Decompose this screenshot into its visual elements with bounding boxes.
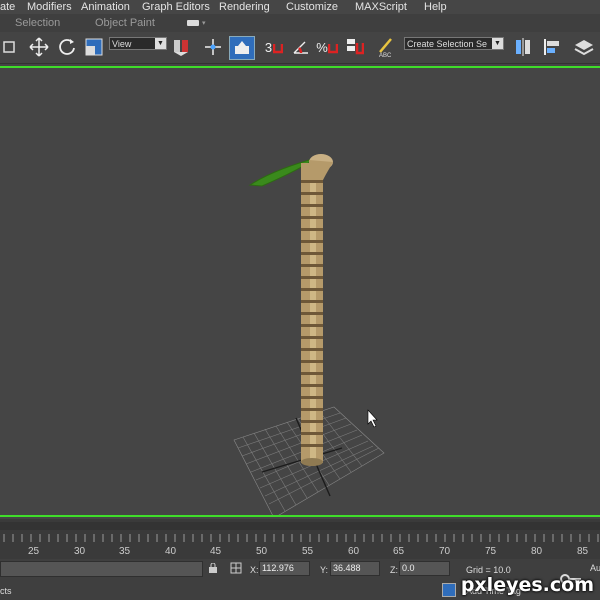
time-tag-icon[interactable] (442, 583, 456, 597)
timeline-tick-label: 65 (393, 546, 405, 557)
chevron-down-icon: ▼ (155, 38, 166, 49)
move-icon[interactable] (28, 36, 50, 58)
z-coord-field[interactable]: 0.0 (399, 561, 450, 576)
menu-animation[interactable]: Animation (81, 1, 142, 13)
select-manipulate-icon[interactable] (202, 36, 224, 58)
named-selection-value: Create Selection Se (407, 39, 488, 49)
scale-icon[interactable] (83, 36, 105, 58)
viewport-scene (233, 154, 385, 515)
timeline-tick-label: 35 (119, 546, 131, 557)
angle-snap-icon[interactable] (290, 36, 312, 58)
watermark: pxleyes.com (460, 574, 594, 596)
reference-coord-value: View (112, 39, 132, 49)
timeline-tick-label: 45 (210, 546, 222, 557)
pivot-center-icon[interactable] (170, 36, 192, 58)
z-coord-label: Z: (390, 565, 398, 575)
ribbon-tab-selection[interactable]: Selection (15, 17, 95, 29)
timeline-tick-label: 85 (577, 546, 589, 557)
menu-help[interactable]: Help (424, 1, 447, 13)
timeline-tick-label: 80 (531, 546, 543, 557)
ribbon: Selection Object Paint ▾ (0, 14, 600, 32)
y-coord-label: Y: (320, 565, 329, 575)
main-toolbar: View ▼ 3 % ABC Create Selection Se ▼ (0, 32, 600, 64)
x-coord-field[interactable]: 112.976 (259, 561, 310, 576)
mirror-icon[interactable] (512, 36, 534, 58)
named-selection-dropdown[interactable]: Create Selection Se ▼ (404, 37, 504, 50)
layer-manager-icon[interactable] (573, 36, 595, 58)
menu-modifiers[interactable]: Modifiers (27, 1, 81, 13)
menu-bar: ate Modifiers Animation Graph Editors Re… (0, 0, 600, 14)
timeline-tick-label: 40 (165, 546, 177, 557)
timeline[interactable]: 25 30 35 40 45 50 55 60 65 70 75 80 85 (0, 519, 600, 559)
menu-customize[interactable]: Customize (286, 1, 355, 13)
percent-snap-icon[interactable]: % (316, 36, 338, 58)
timeline-tick-label: 55 (302, 546, 314, 557)
ribbon-tab-object-paint[interactable]: Object Paint (95, 17, 187, 29)
absolute-mode-icon[interactable] (230, 562, 242, 574)
timeline-ticks (3, 534, 599, 542)
time-slider-track[interactable] (0, 522, 600, 530)
rotate-icon[interactable] (56, 36, 78, 58)
timeline-tick-label: 60 (348, 546, 360, 557)
timeline-tick-label: 50 (256, 546, 268, 557)
menu-rendering[interactable]: Rendering (219, 1, 286, 13)
ribbon-options-icon[interactable] (187, 20, 199, 26)
x-coord-label: X: (250, 565, 259, 575)
align-icon[interactable] (541, 36, 563, 58)
timeline-tick-label: 70 (439, 546, 451, 557)
timeline-tick-label: 30 (74, 546, 86, 557)
edit-named-selection-icon[interactable]: ABC (375, 36, 397, 58)
timeline-tick-label: 25 (28, 546, 40, 557)
reference-coord-dropdown[interactable]: View ▼ (109, 37, 167, 50)
chevron-down-icon[interactable]: ▾ (202, 19, 206, 27)
chevron-down-icon: ▼ (492, 38, 503, 49)
snap-dimension-label: 3 (264, 39, 273, 55)
timeline-tick-label: 75 (485, 546, 497, 557)
selection-lock-icon[interactable] (208, 562, 218, 573)
snap-toggle-icon[interactable]: 3 (261, 36, 287, 58)
maxscript-listener-field[interactable] (0, 561, 203, 577)
menu-graph-editors[interactable]: Graph Editors (142, 1, 219, 13)
percent-snap-label: % (316, 39, 328, 55)
menu-edit[interactable]: ate (0, 1, 27, 13)
mouse-cursor-icon (367, 409, 378, 428)
menu-maxscript[interactable]: MAXScript (355, 1, 424, 13)
svg-text:ABC: ABC (379, 53, 392, 58)
perspective-viewport[interactable] (0, 66, 600, 517)
auto-key-label[interactable]: Au (590, 563, 600, 573)
keyboard-shortcut-override-icon[interactable] (229, 36, 255, 60)
prompt-text: cts (0, 586, 12, 596)
y-coord-field[interactable]: 36.488 (330, 561, 380, 576)
bamboo-stalk (301, 154, 333, 466)
select-icon[interactable] (0, 36, 22, 58)
spinner-snap-icon[interactable] (343, 36, 365, 58)
